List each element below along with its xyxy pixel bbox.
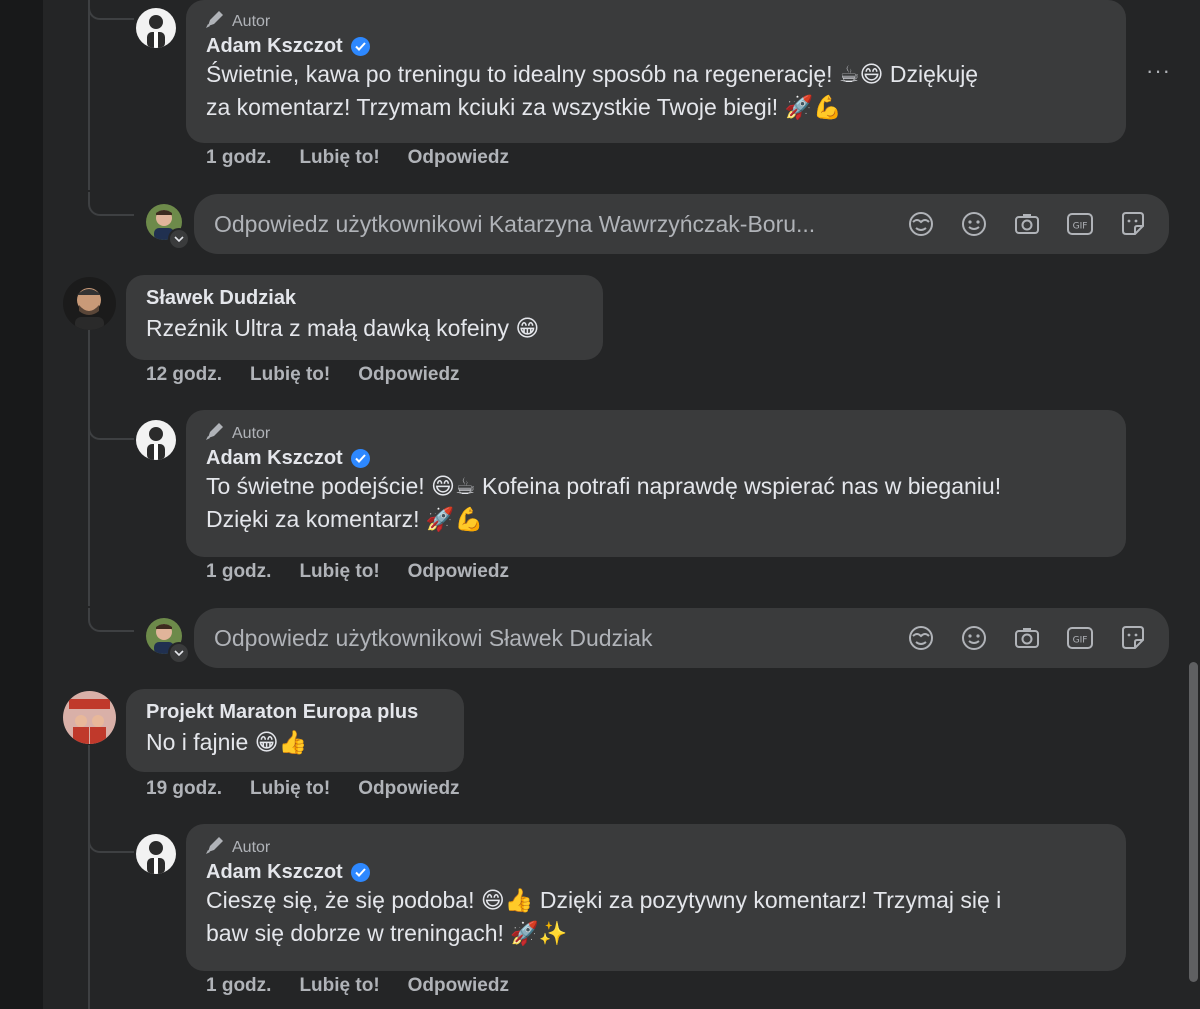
reply-button[interactable]: Odpowiedz bbox=[408, 147, 509, 169]
avatar-sticker-icon[interactable] bbox=[907, 210, 935, 238]
comment-author-name[interactable]: Adam Kszczot bbox=[206, 861, 343, 884]
author-badge-label: Autor bbox=[232, 838, 271, 856]
author-badge: Autor bbox=[206, 10, 1106, 33]
gif-icon[interactable]: GIF bbox=[1066, 624, 1094, 652]
pencil-icon bbox=[206, 836, 226, 859]
thread-connector bbox=[88, 0, 134, 20]
gif-icon[interactable]: GIF bbox=[1066, 210, 1094, 238]
reply-button[interactable]: Odpowiedz bbox=[358, 364, 459, 386]
reply-input[interactable]: Odpowiedz użytkownikowi Sławek Dudziak G… bbox=[194, 608, 1169, 668]
thread-line bbox=[88, 330, 90, 606]
like-button[interactable]: Lubię to! bbox=[299, 147, 379, 169]
author-badge-label: Autor bbox=[232, 12, 271, 30]
camera-icon[interactable] bbox=[1013, 210, 1041, 238]
comment-actions: 1 godz. Lubię to! Odpowiedz bbox=[206, 147, 509, 169]
avatar-slawek-dudziak[interactable] bbox=[63, 277, 116, 330]
verified-icon bbox=[350, 863, 370, 882]
reply-button[interactable]: Odpowiedz bbox=[408, 975, 509, 997]
avatar-sticker-icon[interactable] bbox=[907, 624, 935, 652]
svg-text:GIF: GIF bbox=[1073, 222, 1088, 232]
more-options-button[interactable]: ··· bbox=[1146, 58, 1171, 84]
svg-text:GIF: GIF bbox=[1073, 636, 1088, 646]
left-panel-edge bbox=[0, 0, 43, 1009]
avatar-adam-kszczot[interactable] bbox=[136, 420, 176, 460]
comment-time[interactable]: 19 godz. bbox=[146, 778, 222, 800]
author-badge: Autor bbox=[206, 422, 1106, 445]
comment-bubble: Autor Adam Kszczot Cieszę się, że się po… bbox=[186, 824, 1126, 971]
comment-actions: 1 godz. Lubię to! Odpowiedz bbox=[206, 561, 509, 583]
comment-author-name[interactable]: Projekt Maraton Europa plus bbox=[146, 701, 418, 724]
comment-author-name[interactable]: Sławek Dudziak bbox=[146, 287, 296, 310]
like-button[interactable]: Lubię to! bbox=[250, 778, 330, 800]
comment-bubble: Autor Adam Kszczot Świetnie, kawa po tre… bbox=[186, 0, 1126, 143]
comment-author-name[interactable]: Adam Kszczot bbox=[206, 447, 343, 470]
comment-text: Świetnie, kawa po treningu to idealny sp… bbox=[206, 58, 1106, 124]
like-button[interactable]: Lubię to! bbox=[299, 561, 379, 583]
comment-bubble: Sławek Dudziak Rzeźnik Ultra z małą dawk… bbox=[126, 275, 603, 360]
avatar-projekt-maraton[interactable] bbox=[63, 691, 116, 744]
comment-text-line: To świetne podejście! 😄☕ Kofeina potrafi… bbox=[206, 473, 1002, 499]
comment-text-line: Świetnie, kawa po treningu to idealny sp… bbox=[206, 61, 979, 87]
thread-line bbox=[88, 745, 90, 1009]
thread-line bbox=[88, 0, 90, 190]
comment-time[interactable]: 12 godz. bbox=[146, 364, 222, 386]
comment-time[interactable]: 1 godz. bbox=[206, 975, 271, 997]
camera-icon[interactable] bbox=[1013, 624, 1041, 652]
comment-text-line: Cieszę się, że się podoba! 😄👍 Dzięki za … bbox=[206, 887, 1002, 913]
comment-bubble: Projekt Maraton Europa plus No i fajnie … bbox=[126, 689, 464, 772]
thread-connector bbox=[88, 608, 134, 632]
verified-icon bbox=[350, 449, 370, 468]
sticker-icon[interactable] bbox=[1119, 624, 1147, 652]
comment-text-line: Dzięki za komentarz! 🚀💪 bbox=[206, 506, 484, 532]
thread-connector bbox=[88, 192, 134, 216]
reply-input-placeholder[interactable]: Odpowiedz użytkownikowi Sławek Dudziak bbox=[194, 625, 907, 652]
scrollbar-thumb[interactable] bbox=[1189, 662, 1198, 982]
emoji-icon[interactable] bbox=[960, 624, 988, 652]
reply-button[interactable]: Odpowiedz bbox=[358, 778, 459, 800]
comment-actions: 1 godz. Lubię to! Odpowiedz bbox=[206, 975, 509, 997]
comment-text: No i fajnie 😁👍 bbox=[146, 729, 308, 755]
avatar-adam-kszczot[interactable] bbox=[136, 834, 176, 874]
comment-actions: 19 godz. Lubię to! Odpowiedz bbox=[146, 778, 460, 800]
comment-text: Cieszę się, że się podoba! 😄👍 Dzięki za … bbox=[206, 884, 1106, 950]
comment-author[interactable]: Adam Kszczot bbox=[206, 447, 1106, 470]
comment-text-line: baw się dobrze w treningach! 🚀✨ bbox=[206, 920, 568, 946]
author-badge-label: Autor bbox=[232, 424, 271, 442]
pencil-icon bbox=[206, 422, 226, 445]
comment-author[interactable]: Projekt Maraton Europa plus bbox=[146, 701, 444, 724]
like-button[interactable]: Lubię to! bbox=[250, 364, 330, 386]
comment-bubble: Autor Adam Kszczot To świetne podejście!… bbox=[186, 410, 1126, 557]
chevron-down-icon[interactable] bbox=[168, 228, 190, 250]
pencil-icon bbox=[206, 10, 226, 33]
reply-button[interactable]: Odpowiedz bbox=[408, 561, 509, 583]
comment-actions: 12 godz. Lubię to! Odpowiedz bbox=[146, 364, 460, 386]
comment-author[interactable]: Sławek Dudziak bbox=[146, 287, 583, 310]
author-badge: Autor bbox=[206, 836, 1106, 859]
thread-connector bbox=[88, 416, 134, 440]
comment-time[interactable]: 1 godz. bbox=[206, 561, 271, 583]
thread-connector bbox=[88, 829, 134, 853]
comment-text: To świetne podejście! 😄☕ Kofeina potrafi… bbox=[206, 470, 1106, 536]
like-button[interactable]: Lubię to! bbox=[299, 975, 379, 997]
emoji-icon[interactable] bbox=[960, 210, 988, 238]
reply-input-placeholder[interactable]: Odpowiedz użytkownikowi Katarzyna Wawrzy… bbox=[194, 211, 907, 238]
verified-icon bbox=[350, 37, 370, 56]
avatar-adam-kszczot[interactable] bbox=[136, 8, 176, 48]
comment-text-line: za komentarz! Trzymam kciuki za wszystki… bbox=[206, 94, 842, 120]
scrollbar[interactable] bbox=[1184, 0, 1200, 1009]
comment-text: Rzeźnik Ultra z małą dawką kofeiny 😁 bbox=[146, 315, 540, 341]
comment-time[interactable]: 1 godz. bbox=[206, 147, 271, 169]
comment-author-name[interactable]: Adam Kszczot bbox=[206, 35, 343, 58]
comment-author[interactable]: Adam Kszczot bbox=[206, 861, 1106, 884]
chevron-down-icon[interactable] bbox=[168, 642, 190, 664]
reply-input[interactable]: Odpowiedz użytkownikowi Katarzyna Wawrzy… bbox=[194, 194, 1169, 254]
sticker-icon[interactable] bbox=[1119, 210, 1147, 238]
comment-author[interactable]: Adam Kszczot bbox=[206, 35, 1106, 58]
